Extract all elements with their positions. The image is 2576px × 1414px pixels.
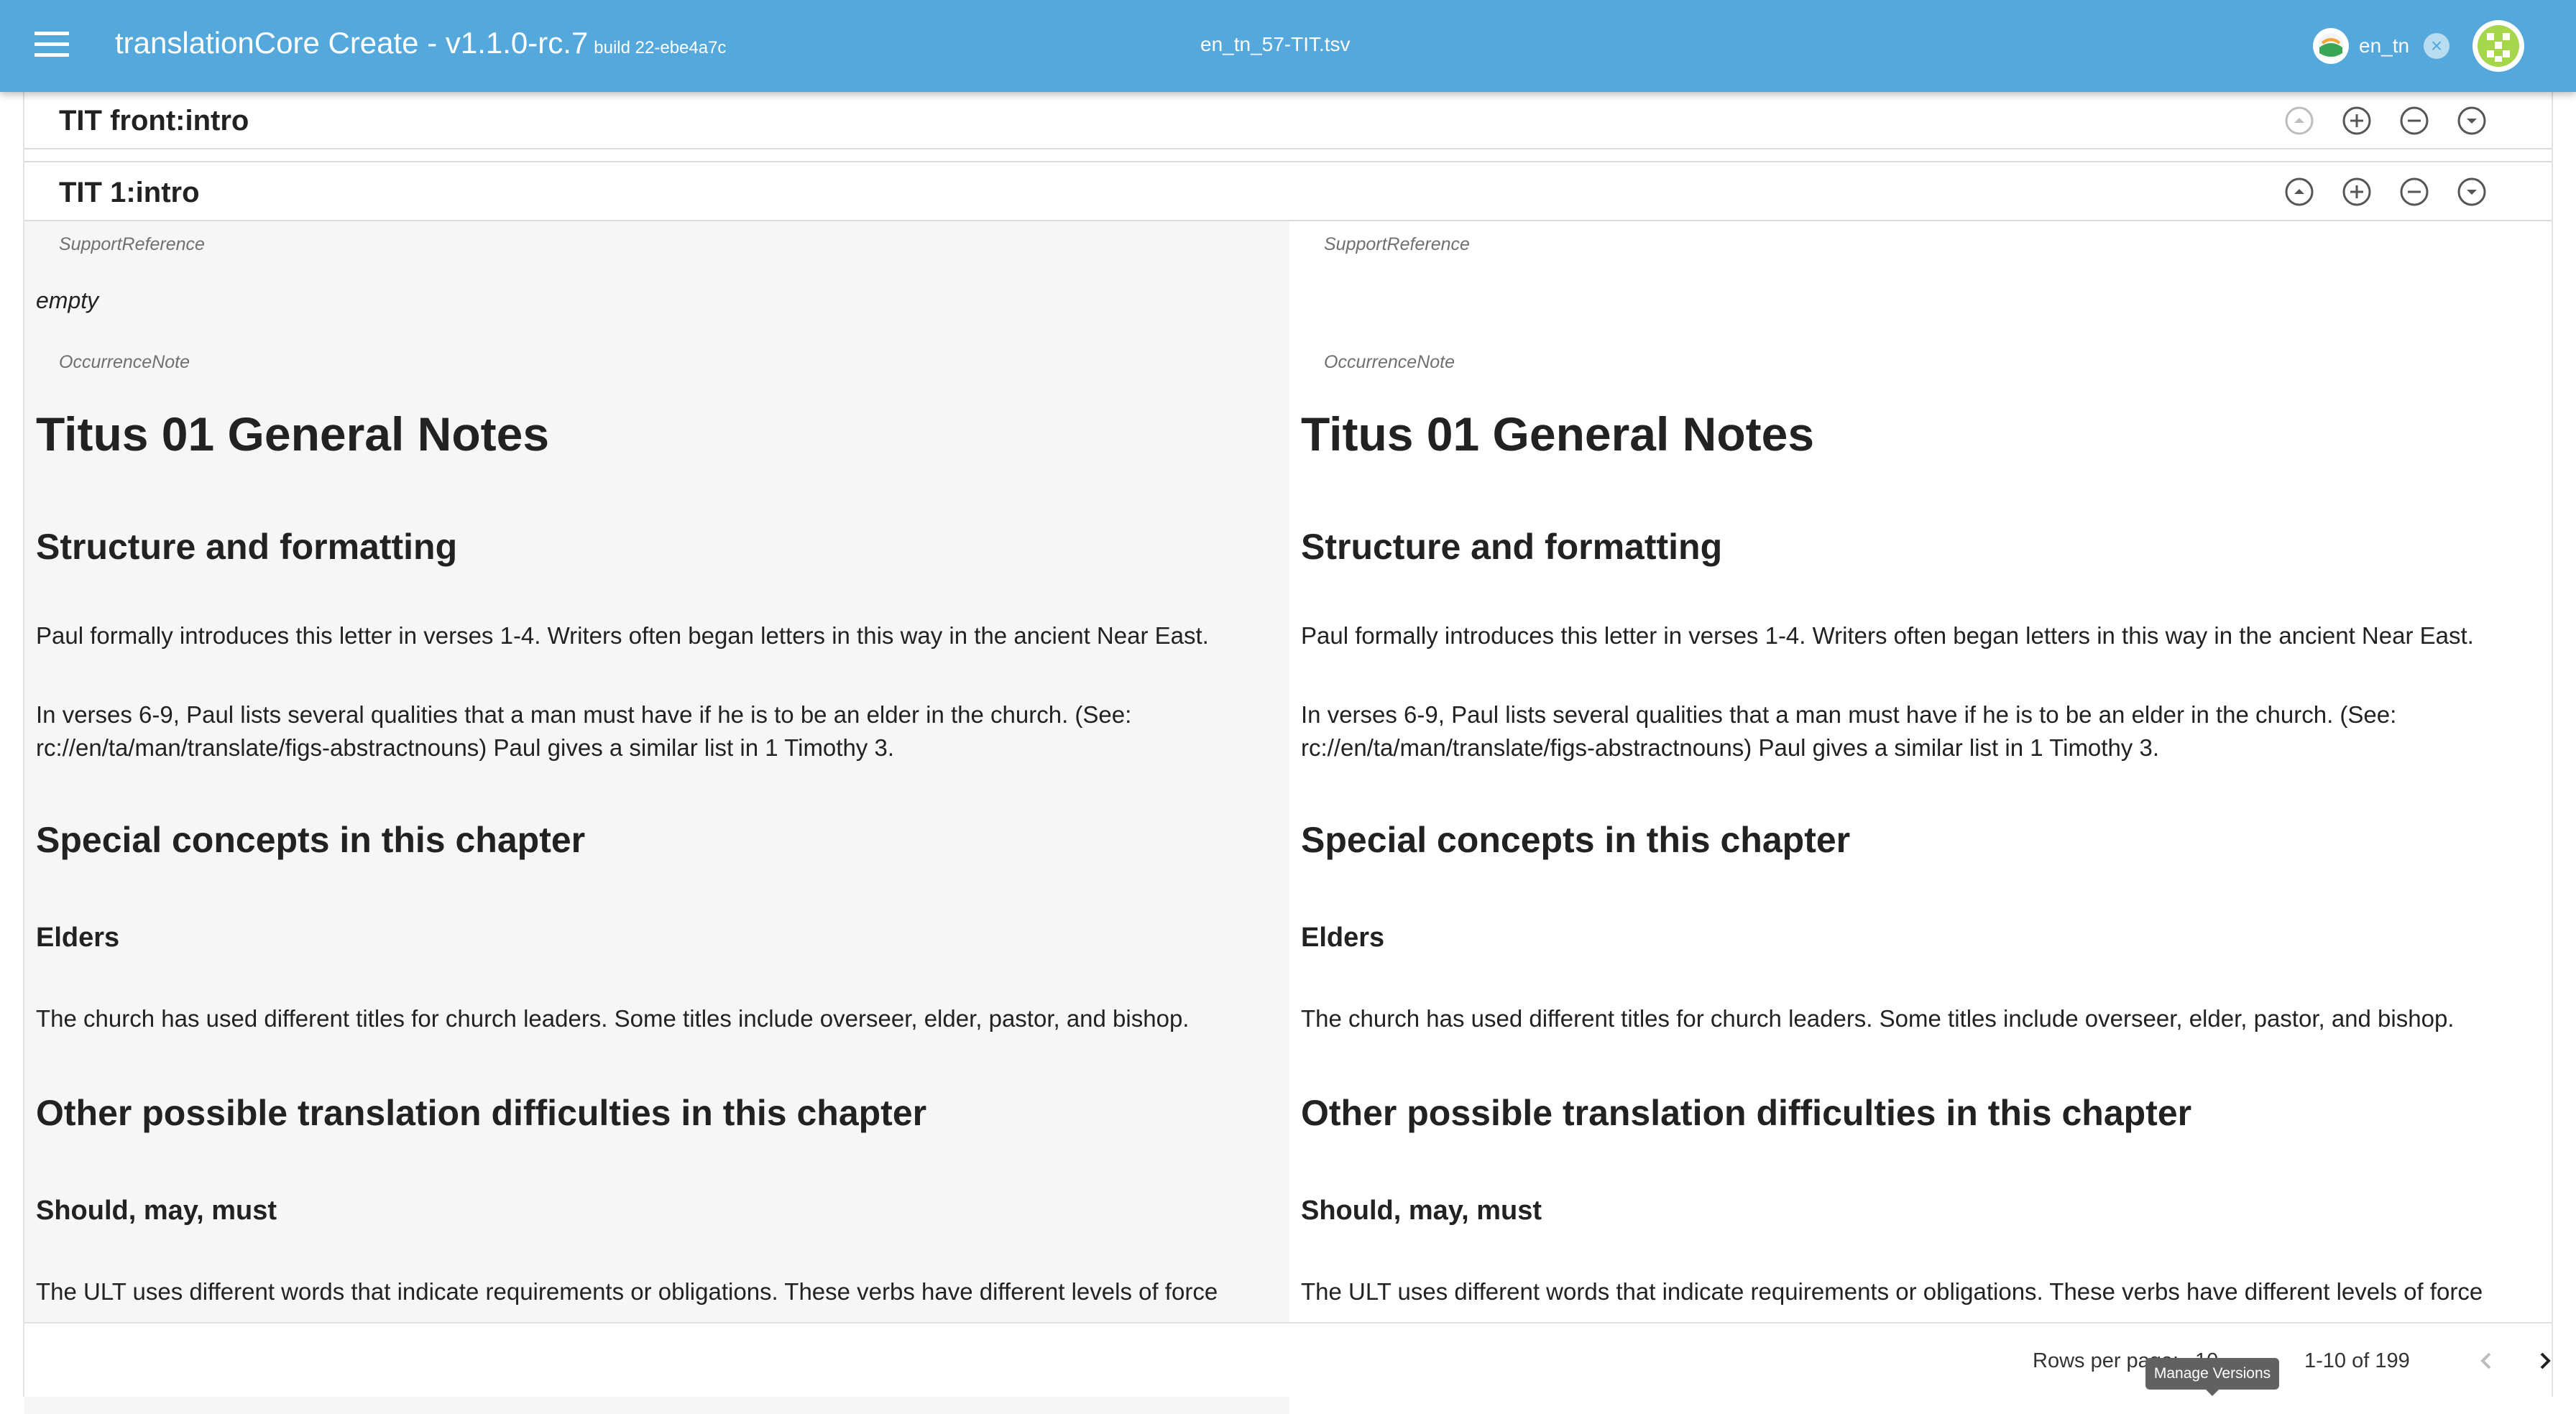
note-paragraph-church[interactable]: The church has used different titles for… bbox=[1301, 1002, 2523, 1035]
plus-circle-icon bbox=[2342, 177, 2371, 206]
row-reference-title: TIT front:intro bbox=[59, 105, 249, 137]
support-reference-label: SupportReference bbox=[59, 234, 205, 254]
manage-versions-tooltip: Manage Versions bbox=[2145, 1358, 2279, 1396]
row-reference-title: TIT 1:intro bbox=[59, 177, 200, 208]
minus-circle-icon bbox=[2400, 106, 2429, 135]
hamburger-menu-icon[interactable] bbox=[34, 32, 69, 60]
row-header-1-intro[interactable]: TIT 1:intro bbox=[24, 161, 2552, 221]
note-heading-1[interactable]: Titus 01 General Notes bbox=[1301, 407, 1814, 461]
app-bar: translationCore Create - v1.1.0-rc.7 buil… bbox=[0, 0, 2576, 92]
note-heading-should[interactable]: Should, may, must bbox=[1301, 1196, 1542, 1226]
note-heading-1: Titus 01 General Notes bbox=[36, 407, 550, 461]
add-row-button[interactable] bbox=[2340, 175, 2373, 208]
move-down-button[interactable] bbox=[2455, 104, 2488, 137]
language-chip[interactable]: en_tn × bbox=[2313, 27, 2450, 65]
arrow-down-circle-icon bbox=[2457, 106, 2486, 135]
note-heading-special: Special concepts in this chapter bbox=[36, 820, 586, 860]
page-range: 1-10 of 199 bbox=[2304, 1349, 2410, 1372]
note-paragraph-elders-list[interactable]: In verses 6-9, Paul lists several qualit… bbox=[1301, 698, 2523, 764]
file-name: en_tn_57-TIT.tsv bbox=[1200, 33, 1351, 55]
user-avatar[interactable] bbox=[2472, 20, 2524, 72]
support-reference-value: empty bbox=[36, 287, 99, 313]
close-icon[interactable]: × bbox=[2424, 33, 2450, 59]
add-row-button[interactable] bbox=[2340, 104, 2373, 137]
delete-row-button[interactable] bbox=[2398, 175, 2431, 208]
avatar-pattern-icon bbox=[2478, 25, 2519, 67]
source-pane: SupportReference empty OccurrenceNote Ti… bbox=[24, 221, 1289, 1414]
target-pane[interactable]: SupportReference OccurrenceNote Titus 01… bbox=[1289, 221, 2552, 1414]
note-paragraph-elders-list: In verses 6-9, Paul lists several qualit… bbox=[36, 701, 1132, 761]
main-content: TIT front:intro TIT 1:intro SupportRefer… bbox=[23, 92, 2553, 1414]
note-heading-special[interactable]: Special concepts in this chapter bbox=[1301, 819, 1850, 861]
note-heading-elders: Elders bbox=[36, 923, 120, 953]
row-header-front-intro[interactable]: TIT front:intro bbox=[24, 92, 2552, 149]
occurrence-note-label: OccurrenceNote bbox=[59, 352, 190, 372]
minus-circle-icon bbox=[2400, 177, 2429, 206]
move-down-button[interactable] bbox=[2455, 175, 2488, 208]
language-chip-label: en_tn bbox=[2359, 34, 2410, 57]
note-heading-structure[interactable]: Structure and formatting bbox=[1301, 526, 1722, 568]
row-actions bbox=[2283, 104, 2488, 137]
note-heading-elders[interactable]: Elders bbox=[1301, 923, 1384, 953]
move-up-button[interactable] bbox=[2283, 175, 2316, 208]
chevron-right-icon bbox=[2540, 1352, 2551, 1369]
note-heading-other[interactable]: Other possible translation difficulties … bbox=[1301, 1092, 2191, 1134]
support-reference-label: SupportReference bbox=[1324, 234, 1470, 254]
app-build-label: build 22-ebe4a7c bbox=[594, 38, 727, 57]
app-title: translationCore Create - v1.1.0-rc.7 buil… bbox=[115, 26, 726, 60]
note-heading-other: Other possible translation difficulties … bbox=[36, 1093, 927, 1133]
move-up-button[interactable] bbox=[2283, 104, 2316, 137]
note-paragraph-intro[interactable]: Paul formally introduces this letter in … bbox=[1301, 619, 2523, 652]
arrow-down-circle-icon bbox=[2457, 177, 2486, 206]
row-actions bbox=[2283, 175, 2488, 208]
note-heading-structure: Structure and formatting bbox=[36, 527, 458, 567]
occurrence-note-label: OccurrenceNote bbox=[1324, 352, 1455, 372]
chevron-left-icon bbox=[2480, 1352, 2491, 1369]
comparison-panes: SupportReference empty OccurrenceNote Ti… bbox=[24, 221, 2552, 1414]
previous-page-button[interactable] bbox=[2470, 1344, 2504, 1378]
plus-circle-icon bbox=[2342, 106, 2371, 135]
translation-logo-icon bbox=[2313, 28, 2349, 64]
delete-row-button[interactable] bbox=[2398, 104, 2431, 137]
note-heading-should: Should, may, must bbox=[36, 1196, 277, 1226]
note-paragraph-ult[interactable]: The ULT uses different words that indica… bbox=[1301, 1275, 2523, 1308]
arrow-up-circle-icon bbox=[2285, 106, 2314, 135]
app-title-text: translationCore Create - v1.1.0-rc.7 bbox=[115, 26, 589, 60]
next-page-button[interactable] bbox=[2527, 1344, 2562, 1378]
note-paragraph-church: The church has used different titles for… bbox=[36, 1005, 1190, 1032]
note-paragraph-intro: Paul formally introduces this letter in … bbox=[36, 622, 1209, 649]
note-paragraph-ult: The ULT uses different words that indica… bbox=[36, 1278, 1218, 1305]
arrow-up-circle-icon bbox=[2285, 177, 2314, 206]
